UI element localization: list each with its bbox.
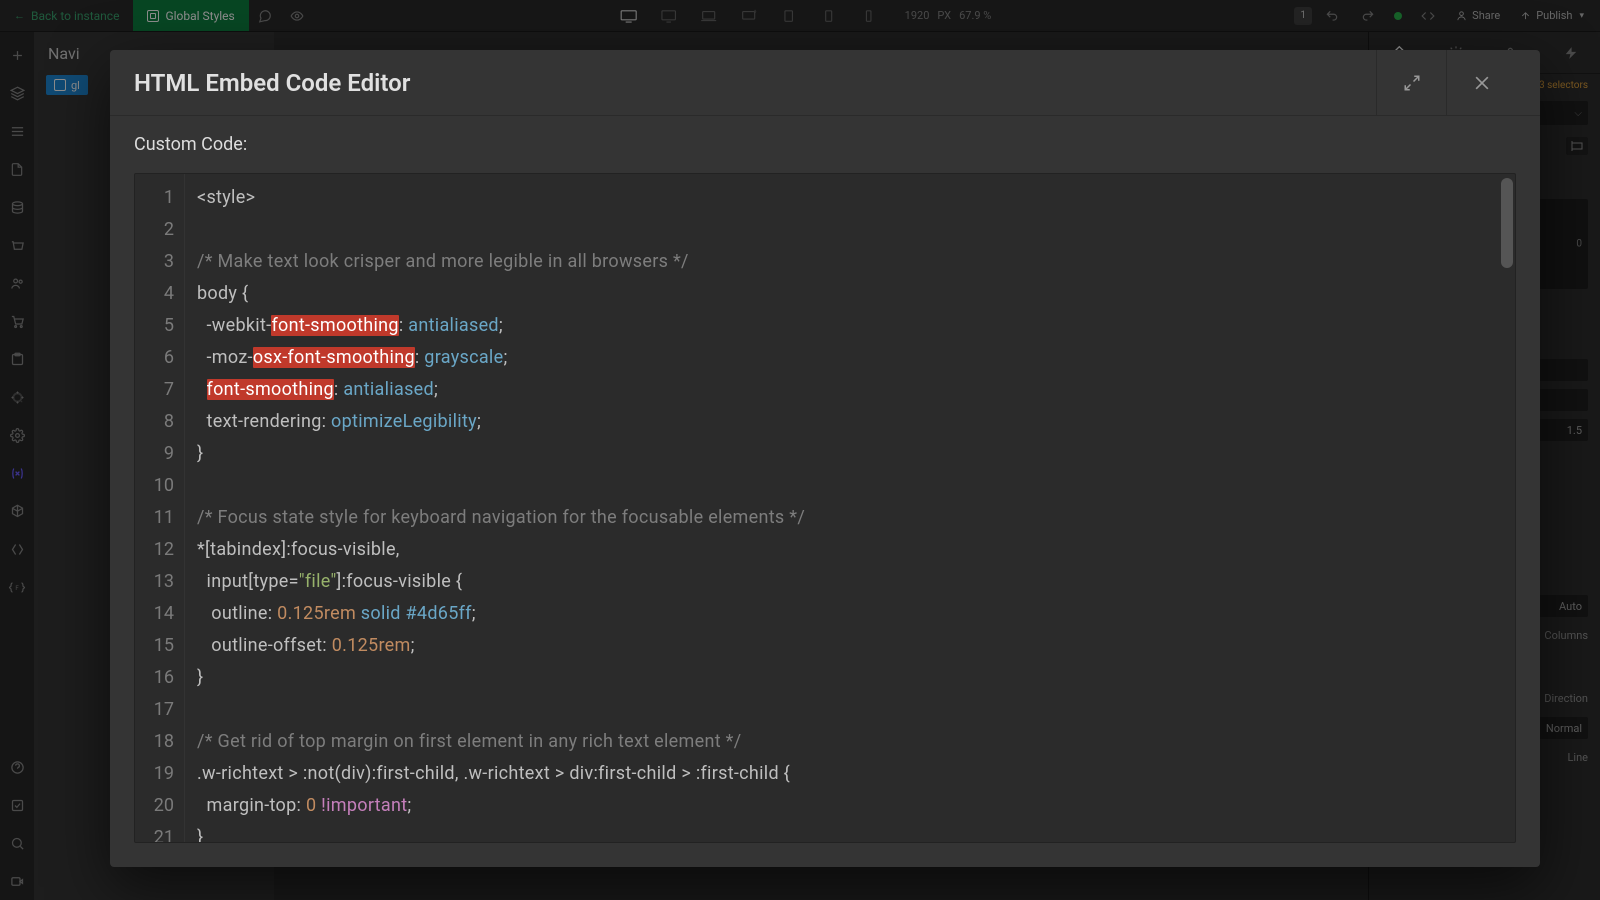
modal-overlay: HTML Embed Code Editor Custom Code: 1234… — [0, 0, 1600, 900]
html-embed-modal: HTML Embed Code Editor Custom Code: 1234… — [110, 50, 1540, 867]
code-editor[interactable]: 123456789101112131415161718192021 <style… — [134, 173, 1516, 843]
close-icon[interactable] — [1446, 50, 1516, 116]
modal-title: HTML Embed Code Editor — [134, 69, 410, 97]
editor-scrollbar[interactable] — [1501, 178, 1513, 268]
custom-code-label: Custom Code: — [134, 134, 1516, 155]
expand-icon[interactable] — [1376, 50, 1446, 116]
